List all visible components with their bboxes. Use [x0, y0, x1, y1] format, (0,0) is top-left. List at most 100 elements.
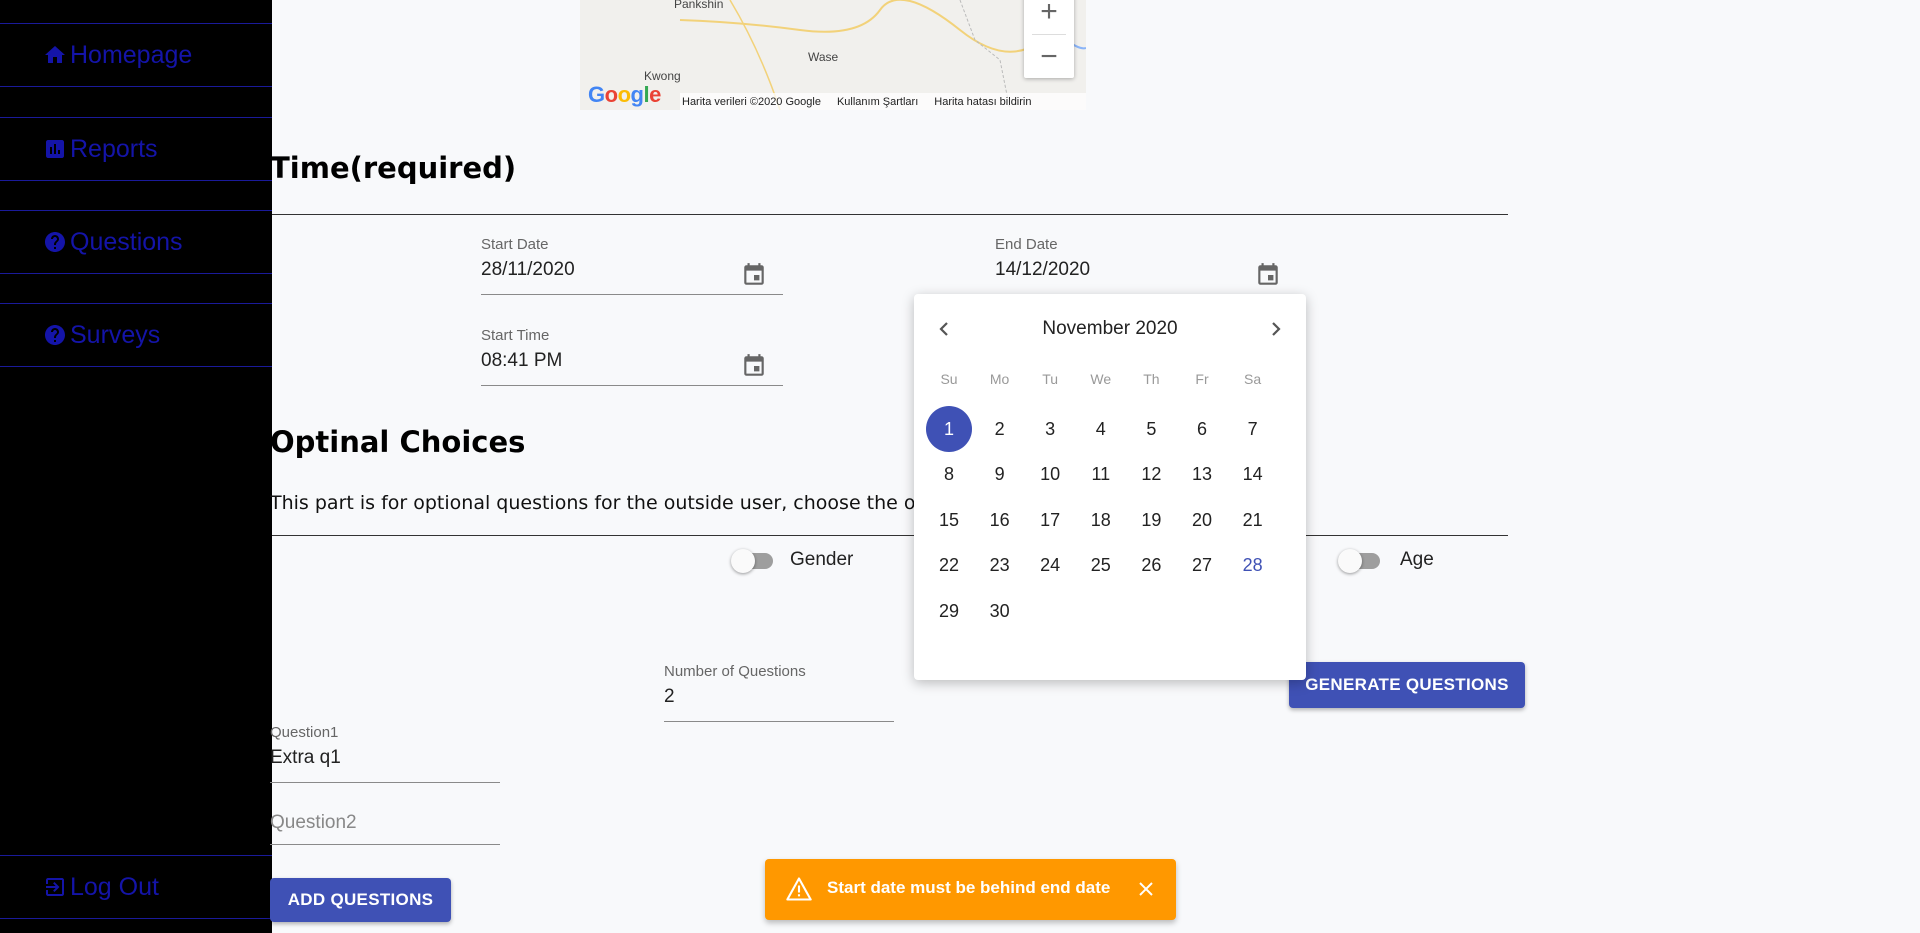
calendar-day[interactable]: 9 [977, 452, 1023, 498]
map-report-link[interactable]: Harita hatası bildirin [934, 96, 1031, 108]
calendar-day[interactable]: 15 [926, 497, 972, 543]
calendar-day[interactable]: 4 [1078, 406, 1124, 452]
weekday-label: Sa [1244, 371, 1262, 387]
map-place-label: Kwong [644, 69, 681, 83]
end-date-label: End Date [995, 236, 1058, 253]
zoom-in-button[interactable]: + [1024, 0, 1074, 34]
calendar-day[interactable]: 24 [1027, 543, 1073, 589]
calendar-day[interactable]: 8 [926, 452, 972, 498]
sidebar-item-questions[interactable]: Questions [0, 210, 272, 274]
calendar-day[interactable]: 17 [1027, 497, 1073, 543]
sidebar-item-label: Homepage [70, 40, 193, 69]
start-time-field[interactable]: Start Time 08:41 PM [481, 327, 783, 386]
sidebar-item-label: Questions [70, 227, 183, 256]
chart-icon [42, 136, 68, 162]
question1-field[interactable]: Question1 Extra q1 [270, 724, 500, 783]
gender-toggle-label: Gender [790, 549, 854, 570]
calendar-day[interactable]: 3 [1027, 406, 1073, 452]
weekday-label: We [1090, 371, 1112, 387]
close-icon[interactable] [1134, 877, 1158, 901]
start-date-label: Start Date [481, 236, 549, 253]
calendar-day[interactable]: 27 [1179, 543, 1225, 589]
calendar-day[interactable]: 23 [977, 543, 1023, 589]
start-time-value[interactable]: 08:41 PM [481, 350, 783, 372]
age-toggle[interactable] [1338, 549, 1382, 573]
calendar-day[interactable]: 16 [977, 497, 1023, 543]
calendar-day[interactable]: 6 [1179, 406, 1225, 452]
logout-icon [42, 874, 68, 900]
end-date-field[interactable]: End Date 14/12/2020 [995, 236, 1297, 295]
calendar-day[interactable]: 30 [977, 588, 1023, 634]
calendar-day[interactable]: 2 [977, 406, 1023, 452]
calendar-day[interactable]: 5 [1128, 406, 1174, 452]
zoom-out-button[interactable]: − [1024, 35, 1074, 79]
calendar-day[interactable]: 7 [1230, 406, 1276, 452]
calendar-day[interactable]: 14 [1230, 452, 1276, 498]
calendar-day[interactable]: 28 [1230, 543, 1276, 589]
map-attribution: Harita verileri ©2020 Google Kullanım Şa… [680, 93, 1086, 110]
add-questions-button[interactable]: ADD QUESTIONS [270, 878, 451, 922]
weekday-label: Mo [989, 371, 1010, 387]
sidebar-item-homepage[interactable]: Homepage [0, 23, 272, 87]
question2-field[interactable]: Question2 [270, 812, 500, 845]
weekday-label: Th [1143, 371, 1160, 387]
next-month-button[interactable] [1262, 316, 1288, 342]
sidebar-item-reports[interactable]: Reports [0, 117, 272, 181]
calendar-day[interactable]: 10 [1027, 452, 1073, 498]
calendar-day[interactable]: 11 [1078, 452, 1124, 498]
time-section-title: Time(required) [270, 151, 517, 185]
calendar-day[interactable]: 29 [926, 588, 972, 634]
map-terms-link[interactable]: Kullanım Şartları [837, 96, 918, 108]
divider [272, 535, 1508, 536]
calendar-icon[interactable] [741, 353, 767, 379]
age-toggle-label: Age [1400, 549, 1434, 570]
calendar-icon[interactable] [741, 262, 767, 288]
chevron-right-icon [1272, 322, 1281, 336]
question1-value[interactable]: Extra q1 [270, 747, 500, 769]
error-toast: Start date must be behind end date [765, 859, 1176, 920]
calendar-icon[interactable] [1255, 262, 1281, 288]
start-date-field[interactable]: Start Date 28/11/2020 [481, 236, 783, 295]
calendar-day[interactable]: 13 [1179, 452, 1225, 498]
map-zoom-controls: + − [1024, 0, 1074, 78]
calendar-day[interactable]: 22 [926, 543, 972, 589]
calendar-day[interactable]: 19 [1128, 497, 1174, 543]
calendar-day[interactable]: 18 [1078, 497, 1124, 543]
weekday-label: Fr [1195, 371, 1209, 387]
toast-message: Start date must be behind end date [827, 878, 1111, 897]
logout-label: Log Out [70, 872, 159, 901]
start-time-label: Start Time [481, 327, 550, 344]
map-data-credit: Harita verileri ©2020 Google [682, 95, 821, 108]
divider [272, 214, 1508, 215]
calendar-day[interactable]: 25 [1078, 543, 1124, 589]
calendar-day[interactable]: 1 [926, 406, 972, 452]
calendar-day[interactable]: 26 [1128, 543, 1174, 589]
map[interactable]: Pankshin Wase Kwong Google Harita verile… [580, 0, 1086, 110]
warning-icon [786, 877, 812, 901]
number-of-questions-value[interactable]: 2 [664, 686, 894, 708]
calendar-month-title: November 2020 [1042, 318, 1178, 339]
start-date-value[interactable]: 28/11/2020 [481, 259, 783, 281]
weekday-label: Su [940, 371, 958, 387]
map-place-label: Wase [808, 50, 839, 64]
end-date-value[interactable]: 14/12/2020 [995, 259, 1297, 281]
weekday-label: Tu [1042, 371, 1059, 387]
optional-section-title: Optinal Choices [270, 425, 526, 459]
google-logo: Google [588, 82, 661, 107]
generate-questions-button[interactable]: GENERATE QUESTIONS [1289, 662, 1525, 708]
gender-toggle[interactable] [731, 549, 775, 573]
number-of-questions-label: Number of Questions [664, 663, 806, 680]
number-of-questions-field[interactable]: Number of Questions 2 [664, 663, 894, 722]
calendar-day[interactable]: 12 [1128, 452, 1174, 498]
sidebar: Homepage Reports Questions Surveys Log O… [0, 0, 272, 933]
logout-button[interactable]: Log Out [0, 855, 272, 919]
calendar-day[interactable]: 21 [1230, 497, 1276, 543]
calendar-day[interactable]: 20 [1179, 497, 1225, 543]
home-icon [42, 42, 68, 68]
question1-label: Question1 [270, 724, 339, 741]
date-picker-popup: November 2020 Su Mo Tu We Th Fr Sa 1 2 3 4 5 6 7 8 9 10… [914, 294, 1306, 680]
sidebar-item-label: Reports [70, 134, 158, 163]
sidebar-item-label: Surveys [70, 320, 161, 349]
sidebar-item-surveys[interactable]: Surveys [0, 303, 272, 367]
help-icon [42, 322, 68, 348]
